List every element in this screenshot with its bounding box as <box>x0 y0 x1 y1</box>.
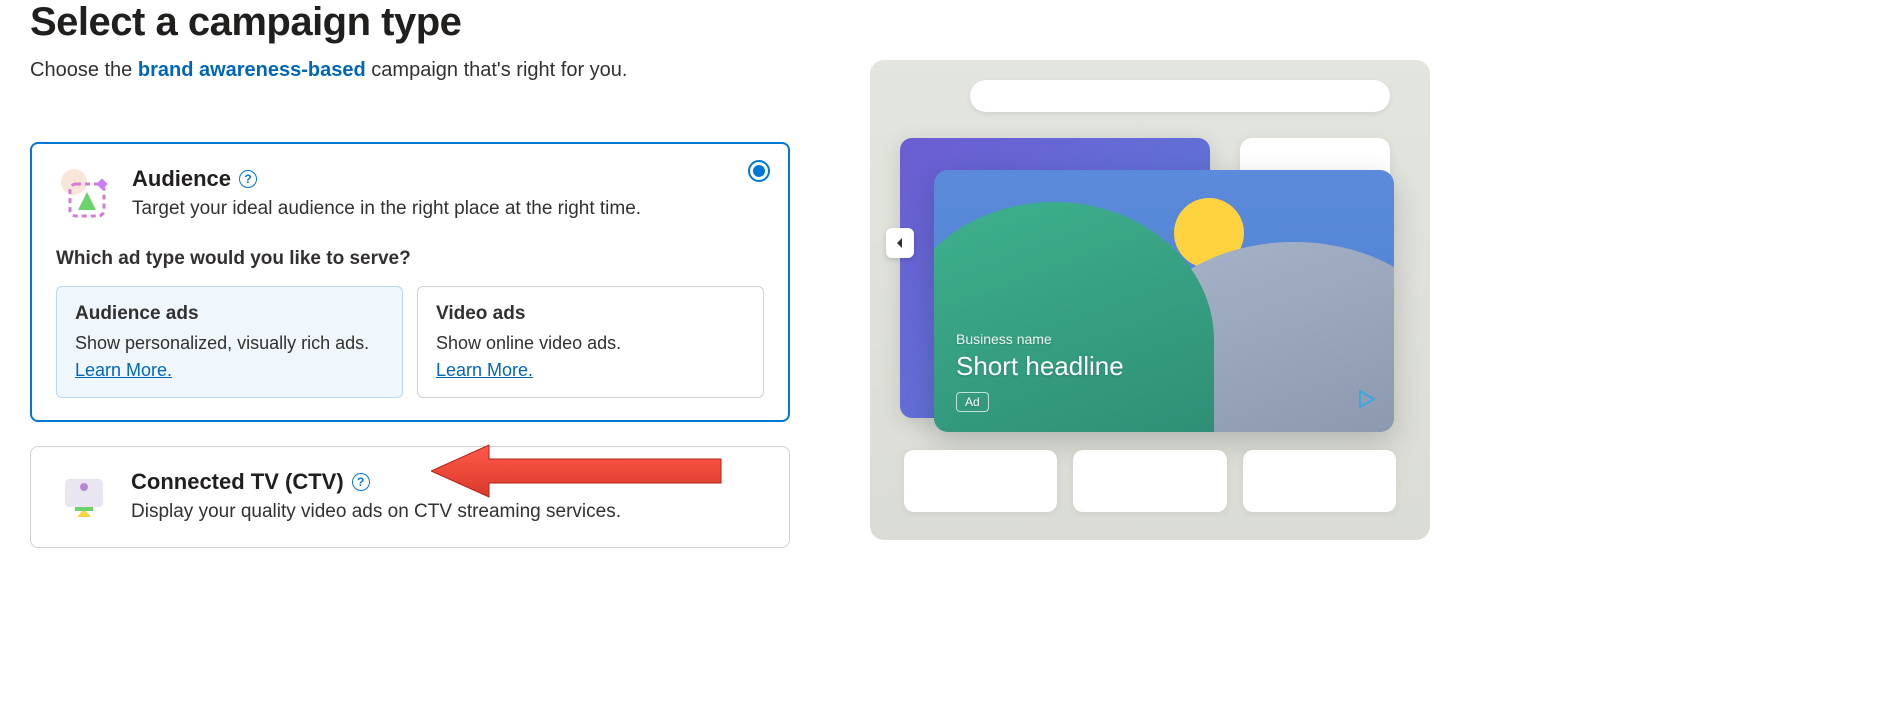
campaign-desc-audience: Target your ideal audience in the right … <box>132 198 764 220</box>
preview-ad-card: Business name Short headline Ad <box>934 170 1394 432</box>
ad-type-question: Which ad type would you like to serve? <box>56 248 764 270</box>
preview-headline: Short headline <box>956 351 1124 382</box>
ad-type-title: Audience ads <box>75 303 384 325</box>
preview-business-name: Business name <box>956 331 1124 347</box>
campaign-title-ctv: Connected TV (CTV) <box>131 469 344 495</box>
campaign-title-audience: Audience <box>132 166 231 192</box>
ad-type-desc: Show online video ads. <box>436 333 745 354</box>
browser-bar <box>970 80 1390 112</box>
preview-bottom-cards <box>904 450 1396 512</box>
page-title: Select a campaign type <box>30 0 790 45</box>
radio-dot <box>753 165 765 177</box>
audience-icon <box>56 166 112 222</box>
preview-bottom-card <box>904 450 1057 512</box>
help-icon[interactable]: ? <box>352 473 370 491</box>
ad-preview-illustration: Business name Short headline Ad <box>870 60 1430 540</box>
ctv-icon <box>55 469 111 525</box>
preview-bottom-card <box>1073 450 1226 512</box>
learn-more-link[interactable]: Learn More. <box>436 360 533 380</box>
subtitle-suffix: campaign that's right for you. <box>366 59 628 81</box>
learn-more-link[interactable]: Learn More. <box>75 360 172 380</box>
page-subtitle: Choose the brand awareness-based campaig… <box>30 59 790 82</box>
campaign-desc-ctv: Display your quality video ads on CTV st… <box>131 501 765 523</box>
campaign-card-audience[interactable]: Audience ? Target your ideal audience in… <box>30 142 790 422</box>
ad-type-title: Video ads <box>436 303 745 325</box>
radio-audience-selected[interactable] <box>748 160 770 182</box>
ad-type-audience-ads[interactable]: Audience ads Show personalized, visually… <box>56 286 403 398</box>
ad-type-video-ads[interactable]: Video ads Show online video ads. Learn M… <box>417 286 764 398</box>
campaign-card-ctv[interactable]: Connected TV (CTV) ? Display your qualit… <box>30 446 790 548</box>
subtitle-prefix: Choose the <box>30 59 138 81</box>
preview-bottom-card <box>1243 450 1396 512</box>
ad-badge: Ad <box>956 392 989 412</box>
play-icon <box>1356 389 1376 414</box>
subtitle-highlight: brand awareness-based <box>138 59 366 81</box>
ad-type-desc: Show personalized, visually rich ads. <box>75 333 384 354</box>
help-icon[interactable]: ? <box>239 170 257 188</box>
carousel-prev-icon <box>886 228 914 258</box>
